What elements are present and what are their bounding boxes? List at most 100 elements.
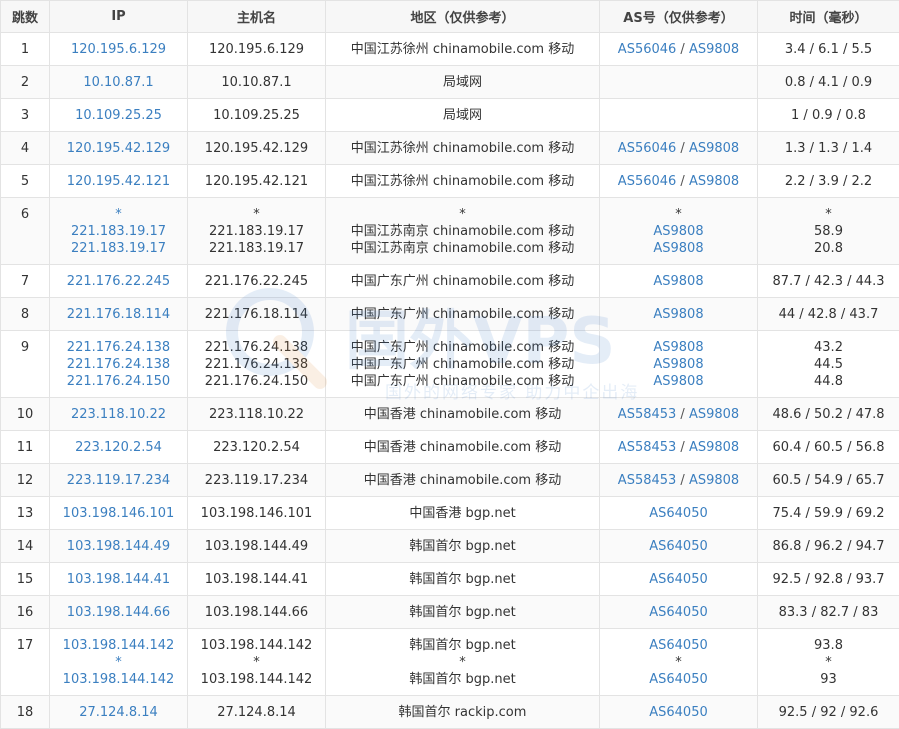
asn-link[interactable]: AS9808 — [689, 42, 739, 57]
asn-link[interactable]: AS9808 — [653, 274, 703, 289]
latency-text: 60.5 / 54.9 / 65.7 — [760, 472, 897, 489]
region-text: 中国香港 chinamobile.com 移动 — [328, 472, 597, 489]
asn-link[interactable]: AS9808 — [653, 357, 703, 372]
hop-number: 13 — [1, 497, 50, 530]
hostname-cell: 223.119.17.234 — [188, 464, 326, 497]
asn-line: AS9808 — [602, 223, 755, 240]
asn-separator: / — [676, 141, 689, 156]
ip-link[interactable]: 10.109.25.25 — [52, 107, 185, 124]
header-hostname[interactable]: 主机名 — [188, 1, 326, 33]
region-text-cell: 中国广东广州 chinamobile.com 移动 — [326, 298, 600, 331]
asn-link[interactable]: AS9808 — [653, 307, 703, 322]
hostname-cell: 120.195.42.121 — [188, 165, 326, 198]
ip-link[interactable]: 221.183.19.17 — [52, 223, 185, 240]
header-region[interactable]: 地区（仅供参考） — [326, 1, 600, 33]
hostname: 223.120.2.54 — [190, 439, 323, 456]
asn-link[interactable]: AS9808 — [653, 340, 703, 355]
ip-link[interactable]: 103.198.144.142 — [52, 637, 185, 654]
ip-link-cell: 223.118.10.22 — [50, 398, 188, 431]
asn-cell: AS58453 / AS9808 — [600, 431, 758, 464]
hostname: 223.118.10.22 — [190, 406, 323, 423]
header-hop[interactable]: 跳数 — [1, 1, 50, 33]
table-row: 17103.198.144.142*103.198.144.142103.198… — [1, 629, 899, 696]
asn-line: AS9808 — [602, 339, 755, 356]
ip-link[interactable]: 223.120.2.54 — [52, 439, 185, 456]
region-text: 中国广东广州 chinamobile.com 移动 — [328, 339, 597, 356]
asn-cell: AS64050*AS64050 — [600, 629, 758, 696]
ip-link[interactable]: 221.183.19.17 — [52, 240, 185, 257]
ip-link[interactable]: 10.10.87.1 — [52, 74, 185, 91]
ip-link[interactable]: 221.176.24.138 — [52, 339, 185, 356]
region-text: 韩国首尔 bgp.net — [328, 637, 597, 654]
asn-link[interactable]: AS9808 — [689, 440, 739, 455]
asn-link[interactable]: AS58453 — [618, 473, 677, 488]
ip-link[interactable]: 103.198.146.101 — [52, 505, 185, 522]
asn-link[interactable]: AS56046 — [618, 174, 677, 189]
ip-link[interactable]: 103.198.144.49 — [52, 538, 185, 555]
asn-link[interactable]: AS9808 — [689, 174, 739, 189]
table-row: 13103.198.146.101103.198.146.101中国香港 bgp… — [1, 497, 899, 530]
table-row: 4120.195.42.129120.195.42.129中国江苏徐州 chin… — [1, 132, 899, 165]
asn-link[interactable]: AS9808 — [689, 141, 739, 156]
header-ip[interactable]: IP — [50, 1, 188, 33]
asn-link[interactable]: AS9808 — [653, 374, 703, 389]
asn-link[interactable]: AS9808 — [653, 224, 703, 239]
ip-link[interactable]: 103.198.144.66 — [52, 604, 185, 621]
latency-text-cell: 43.244.544.8 — [758, 331, 899, 398]
ip-link-cell: 221.176.18.114 — [50, 298, 188, 331]
asn-cell: AS64050 — [600, 563, 758, 596]
asn-link[interactable]: AS9808 — [689, 407, 739, 422]
ip-link[interactable]: 223.119.17.234 — [52, 472, 185, 489]
latency-text-cell: 1 / 0.9 / 0.8 — [758, 99, 899, 132]
latency-text-cell: 60.5 / 54.9 / 65.7 — [758, 464, 899, 497]
ip-link[interactable]: 103.198.144.142 — [52, 671, 185, 688]
asn-link[interactable]: AS64050 — [649, 705, 708, 720]
ip-link[interactable]: 120.195.6.129 — [52, 41, 185, 58]
ip-link[interactable]: 120.195.42.129 — [52, 140, 185, 157]
asn-link[interactable]: AS9808 — [653, 241, 703, 256]
asn-separator: / — [676, 473, 689, 488]
asn-line: AS9808 — [602, 306, 755, 323]
table-row: 5120.195.42.121120.195.42.121中国江苏徐州 chin… — [1, 165, 899, 198]
table-row: 16103.198.144.66103.198.144.66韩国首尔 bgp.n… — [1, 596, 899, 629]
latency-text-cell: 44 / 42.8 / 43.7 — [758, 298, 899, 331]
asn-link[interactable]: AS64050 — [649, 539, 708, 554]
table-row: 9221.176.24.138221.176.24.138221.176.24.… — [1, 331, 899, 398]
hop-number: 9 — [1, 331, 50, 398]
ip-link-cell: 103.198.146.101 — [50, 497, 188, 530]
asn-link[interactable]: AS64050 — [649, 638, 708, 653]
asn-cell: AS58453 / AS9808 — [600, 398, 758, 431]
asn-link[interactable]: AS58453 — [618, 440, 677, 455]
latency-text: 58.9 — [760, 223, 897, 240]
ip-link[interactable]: 221.176.24.138 — [52, 356, 185, 373]
table-row: 6*221.183.19.17221.183.19.17*221.183.19.… — [1, 198, 899, 265]
asn-link[interactable]: AS56046 — [618, 141, 677, 156]
hostname-cell: 27.124.8.14 — [188, 696, 326, 729]
asn-link[interactable]: AS9808 — [689, 473, 739, 488]
table-row: 15103.198.144.41103.198.144.41韩国首尔 bgp.n… — [1, 563, 899, 596]
asn-link[interactable]: AS64050 — [649, 605, 708, 620]
region-text-cell: 中国香港 chinamobile.com 移动 — [326, 398, 600, 431]
ip-link[interactable]: 221.176.18.114 — [52, 306, 185, 323]
hostname: 221.176.24.138 — [190, 356, 323, 373]
header-asn[interactable]: AS号（仅供参考） — [600, 1, 758, 33]
table-row: 1827.124.8.1427.124.8.14韩国首尔 rackip.comA… — [1, 696, 899, 729]
hostname: 221.176.18.114 — [190, 306, 323, 323]
hop-number: 17 — [1, 629, 50, 696]
ip-link[interactable]: 221.176.24.150 — [52, 373, 185, 390]
asn-link[interactable]: AS64050 — [649, 672, 708, 687]
asn-link[interactable]: AS64050 — [649, 506, 708, 521]
latency-text-cell: 86.8 / 96.2 / 94.7 — [758, 530, 899, 563]
hop-number: 2 — [1, 66, 50, 99]
table-row: 8221.176.18.114221.176.18.114中国广东广州 chin… — [1, 298, 899, 331]
asn-link[interactable]: AS56046 — [618, 42, 677, 57]
asn-link[interactable]: AS58453 — [618, 407, 677, 422]
ip-link[interactable]: 103.198.144.41 — [52, 571, 185, 588]
ip-link[interactable]: 120.195.42.121 — [52, 173, 185, 190]
header-time[interactable]: 时间（毫秒） — [758, 1, 899, 33]
hostname: 103.198.146.101 — [190, 505, 323, 522]
asn-link[interactable]: AS64050 — [649, 572, 708, 587]
ip-link-cell: 120.195.42.121 — [50, 165, 188, 198]
ip-link[interactable]: 221.176.22.245 — [52, 273, 185, 290]
ip-link[interactable]: 223.118.10.22 — [52, 406, 185, 423]
